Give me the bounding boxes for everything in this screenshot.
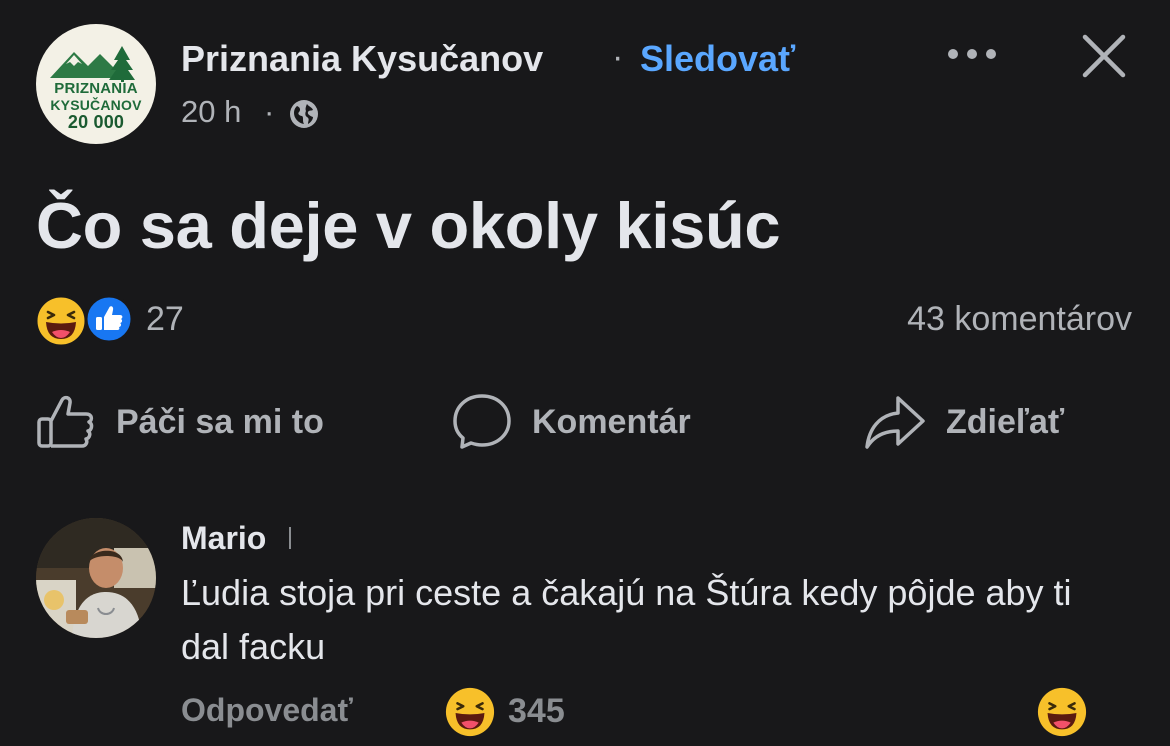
close-icon[interactable] (1080, 32, 1128, 80)
comment-author-avatar[interactable] (36, 518, 156, 638)
time-separator: · (264, 94, 275, 129)
avatar-photo (36, 518, 156, 638)
name-separator: · (612, 38, 624, 76)
like-icon[interactable] (84, 294, 134, 344)
logo-text-line3: 20 000 (67, 112, 125, 132)
comment-button[interactable]: Komentár (452, 390, 691, 454)
comment-label: Komentár (532, 402, 691, 441)
follow-button[interactable]: Sledovať (640, 38, 795, 80)
logo-text-line2: KYSUČANOV (50, 97, 142, 113)
share-label: Zdieľať (946, 402, 1065, 441)
share-arrow-icon (865, 396, 925, 449)
comment-bubble-icon (453, 394, 511, 449)
haha-icon[interactable] (34, 294, 88, 348)
reply-button[interactable]: Odpovedať (181, 692, 353, 729)
globe-icon (290, 100, 318, 128)
page-avatar[interactable]: PRIZNANIA KYSUČANOV 20 000 (36, 24, 156, 144)
comments-count[interactable]: 43 komentárov (907, 300, 1132, 339)
thumbs-up-icon (37, 395, 94, 448)
comment-reaction-count[interactable]: 345 (508, 692, 565, 731)
like-label: Páči sa mi to (116, 402, 324, 441)
comment-author-name[interactable]: Mario (181, 520, 266, 557)
share-button[interactable]: Zdieľať (864, 390, 1064, 454)
author-divider (289, 527, 291, 549)
haha-icon[interactable] (444, 686, 496, 738)
like-button[interactable]: Páči sa mi to (36, 390, 324, 454)
haha-react-button-icon[interactable] (1036, 686, 1088, 738)
comment-text: Ľudia stoja pri ceste a čakajú na Štúra … (181, 572, 1072, 667)
post-text: Čo sa deje v okoly kisúc (36, 189, 781, 262)
page-name[interactable]: Priznania Kysučanov (181, 38, 543, 80)
post-timestamp[interactable]: 20 h (181, 94, 241, 130)
logo-text-line1: PRIZNANIA (54, 80, 138, 97)
more-icon[interactable] (946, 44, 998, 64)
reaction-count[interactable]: 27 (146, 300, 184, 339)
